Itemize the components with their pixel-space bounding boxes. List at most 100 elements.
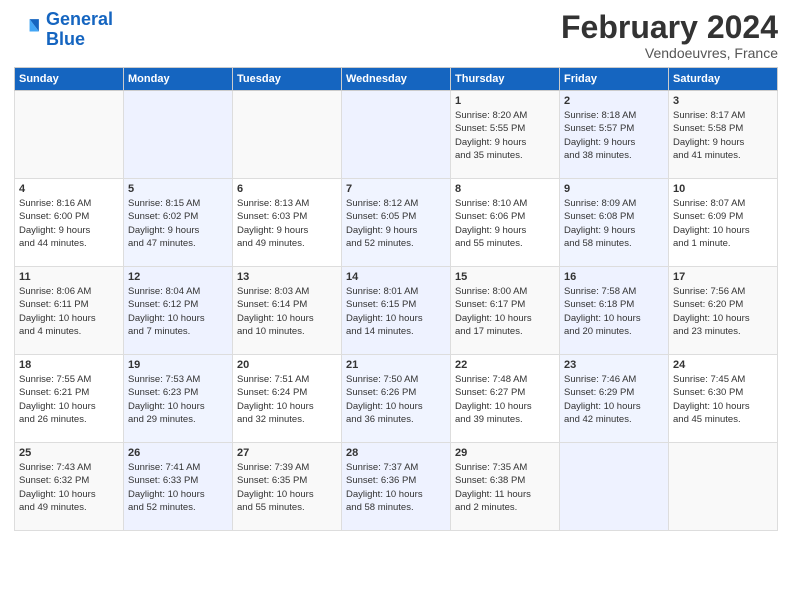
logo-text: General Blue — [46, 10, 113, 50]
page-title: February 2024 — [561, 10, 778, 45]
page-subtitle: Vendoeuvres, France — [561, 45, 778, 61]
calendar-cell: 20 Sunrise: 7:51 AM Sunset: 6:24 PM Dayli… — [233, 355, 342, 443]
calendar-cell: 13 Sunrise: 8:03 AM Sunset: 6:14 PM Dayli… — [233, 267, 342, 355]
cell-content: Sunrise: 8:07 AM Sunset: 6:09 PM Dayligh… — [673, 197, 773, 250]
logo: General Blue — [14, 10, 113, 50]
day-number: 5 — [128, 183, 228, 195]
day-number: 13 — [237, 271, 337, 283]
week-row-5: 25Sunrise: 7:43 AM Sunset: 6:32 PM Dayli… — [15, 443, 778, 531]
calendar-cell: 23 Sunrise: 7:46 AM Sunset: 6:29 PM Dayli… — [560, 355, 669, 443]
col-header-thursday: Thursday — [451, 68, 560, 91]
calendar-cell: 14 Sunrise: 8:01 AM Sunset: 6:15 PM Dayli… — [342, 267, 451, 355]
cell-content: Sunrise: 8:04 AM Sunset: 6:12 PM Dayligh… — [128, 285, 228, 338]
cell-content: Sunrise: 7:58 AM Sunset: 6:18 PM Dayligh… — [564, 285, 664, 338]
calendar-cell: 6 Sunrise: 8:13 AM Sunset: 6:03 PM Daylig… — [233, 179, 342, 267]
day-number: 24 — [673, 359, 773, 371]
cell-content: Sunrise: 8:06 AM Sunset: 6:11 PM Dayligh… — [19, 285, 119, 338]
day-number: 21 — [346, 359, 446, 371]
cell-content: Sunrise: 8:13 AM Sunset: 6:03 PM Dayligh… — [237, 197, 337, 250]
col-header-saturday: Saturday — [669, 68, 778, 91]
day-number: 6 — [237, 183, 337, 195]
day-number: 26 — [128, 447, 228, 459]
calendar-cell: 16Sunrise: 7:58 AM Sunset: 6:18 PM Dayli… — [560, 267, 669, 355]
calendar-cell — [15, 91, 124, 179]
day-number: 8 — [455, 183, 555, 195]
cell-content: Sunrise: 7:35 AM Sunset: 6:38 PM Dayligh… — [455, 461, 555, 514]
calendar-cell: 1 Sunrise: 8:20 AM Sunset: 5:55 PM Daylig… — [451, 91, 560, 179]
calendar-cell: 7 Sunrise: 8:12 AM Sunset: 6:05 PM Daylig… — [342, 179, 451, 267]
col-header-friday: Friday — [560, 68, 669, 91]
cell-content: Sunrise: 8:12 AM Sunset: 6:05 PM Dayligh… — [346, 197, 446, 250]
cell-content: Sunrise: 7:51 AM Sunset: 6:24 PM Dayligh… — [237, 373, 337, 426]
calendar-cell: 22Sunrise: 7:48 AM Sunset: 6:27 PM Dayli… — [451, 355, 560, 443]
calendar-cell: 27 Sunrise: 7:39 AM Sunset: 6:35 PM Dayli… — [233, 443, 342, 531]
cell-content: Sunrise: 7:56 AM Sunset: 6:20 PM Dayligh… — [673, 285, 773, 338]
calendar-cell — [342, 91, 451, 179]
logo-blue: Blue — [46, 30, 113, 50]
day-number: 12 — [128, 271, 228, 283]
week-row-2: 4Sunrise: 8:16 AM Sunset: 6:00 PM Daylig… — [15, 179, 778, 267]
day-number: 2 — [564, 95, 664, 107]
col-header-tuesday: Tuesday — [233, 68, 342, 91]
day-number: 23 — [564, 359, 664, 371]
day-number: 9 — [564, 183, 664, 195]
page-container: General Blue February 2024 Vendoeuvres, … — [0, 0, 792, 539]
day-number: 29 — [455, 447, 555, 459]
day-number: 3 — [673, 95, 773, 107]
week-row-1: 1 Sunrise: 8:20 AM Sunset: 5:55 PM Daylig… — [15, 91, 778, 179]
cell-content: Sunrise: 8:00 AM Sunset: 6:17 PM Dayligh… — [455, 285, 555, 338]
calendar-cell: 3 Sunrise: 8:17 AM Sunset: 5:58 PM Daylig… — [669, 91, 778, 179]
day-number: 7 — [346, 183, 446, 195]
cell-content: Sunrise: 8:03 AM Sunset: 6:14 PM Dayligh… — [237, 285, 337, 338]
cell-content: Sunrise: 7:46 AM Sunset: 6:29 PM Dayligh… — [564, 373, 664, 426]
cell-content: Sunrise: 7:50 AM Sunset: 6:26 PM Dayligh… — [346, 373, 446, 426]
cell-content: Sunrise: 8:01 AM Sunset: 6:15 PM Dayligh… — [346, 285, 446, 338]
day-number: 14 — [346, 271, 446, 283]
day-number: 27 — [237, 447, 337, 459]
week-row-3: 11 Sunrise: 8:06 AM Sunset: 6:11 PM Dayli… — [15, 267, 778, 355]
calendar-cell: 5Sunrise: 8:15 AM Sunset: 6:02 PM Daylig… — [124, 179, 233, 267]
logo-icon — [14, 16, 42, 44]
calendar-cell: 24Sunrise: 7:45 AM Sunset: 6:30 PM Dayli… — [669, 355, 778, 443]
calendar-cell: 2Sunrise: 8:18 AM Sunset: 5:57 PM Daylig… — [560, 91, 669, 179]
day-number: 1 — [455, 95, 555, 107]
calendar-cell: 12 Sunrise: 8:04 AM Sunset: 6:12 PM Dayli… — [124, 267, 233, 355]
calendar-cell: 17 Sunrise: 7:56 AM Sunset: 6:20 PM Dayli… — [669, 267, 778, 355]
col-header-monday: Monday — [124, 68, 233, 91]
cell-content: Sunrise: 7:48 AM Sunset: 6:27 PM Dayligh… — [455, 373, 555, 426]
logo-general: General — [46, 9, 113, 29]
cell-content: Sunrise: 7:39 AM Sunset: 6:35 PM Dayligh… — [237, 461, 337, 514]
calendar-cell — [124, 91, 233, 179]
title-block: February 2024 Vendoeuvres, France — [561, 10, 778, 61]
calendar-table: SundayMondayTuesdayWednesdayThursdayFrid… — [14, 67, 778, 531]
cell-content: Sunrise: 7:53 AM Sunset: 6:23 PM Dayligh… — [128, 373, 228, 426]
calendar-cell: 25Sunrise: 7:43 AM Sunset: 6:32 PM Dayli… — [15, 443, 124, 531]
calendar-cell: 11 Sunrise: 8:06 AM Sunset: 6:11 PM Dayli… — [15, 267, 124, 355]
calendar-cell — [560, 443, 669, 531]
cell-content: Sunrise: 7:37 AM Sunset: 6:36 PM Dayligh… — [346, 461, 446, 514]
cell-content: Sunrise: 7:55 AM Sunset: 6:21 PM Dayligh… — [19, 373, 119, 426]
calendar-cell: 19Sunrise: 7:53 AM Sunset: 6:23 PM Dayli… — [124, 355, 233, 443]
cell-content: Sunrise: 8:20 AM Sunset: 5:55 PM Dayligh… — [455, 109, 555, 162]
day-number: 11 — [19, 271, 119, 283]
cell-content: Sunrise: 7:43 AM Sunset: 6:32 PM Dayligh… — [19, 461, 119, 514]
col-header-wednesday: Wednesday — [342, 68, 451, 91]
calendar-cell: 28 Sunrise: 7:37 AM Sunset: 6:36 PM Dayli… — [342, 443, 451, 531]
calendar-cell: 29 Sunrise: 7:35 AM Sunset: 6:38 PM Dayli… — [451, 443, 560, 531]
day-number: 10 — [673, 183, 773, 195]
day-number: 15 — [455, 271, 555, 283]
day-number: 17 — [673, 271, 773, 283]
day-number: 4 — [19, 183, 119, 195]
calendar-cell: 21 Sunrise: 7:50 AM Sunset: 6:26 PM Dayli… — [342, 355, 451, 443]
cell-content: Sunrise: 8:17 AM Sunset: 5:58 PM Dayligh… — [673, 109, 773, 162]
calendar-cell: 10 Sunrise: 8:07 AM Sunset: 6:09 PM Dayli… — [669, 179, 778, 267]
day-number: 28 — [346, 447, 446, 459]
calendar-cell — [233, 91, 342, 179]
calendar-cell: 18Sunrise: 7:55 AM Sunset: 6:21 PM Dayli… — [15, 355, 124, 443]
week-row-4: 18Sunrise: 7:55 AM Sunset: 6:21 PM Dayli… — [15, 355, 778, 443]
calendar-cell: 9Sunrise: 8:09 AM Sunset: 6:08 PM Daylig… — [560, 179, 669, 267]
calendar-cell: 26Sunrise: 7:41 AM Sunset: 6:33 PM Dayli… — [124, 443, 233, 531]
calendar-cell: 15 Sunrise: 8:00 AM Sunset: 6:17 PM Dayli… — [451, 267, 560, 355]
col-header-sunday: Sunday — [15, 68, 124, 91]
day-number: 20 — [237, 359, 337, 371]
